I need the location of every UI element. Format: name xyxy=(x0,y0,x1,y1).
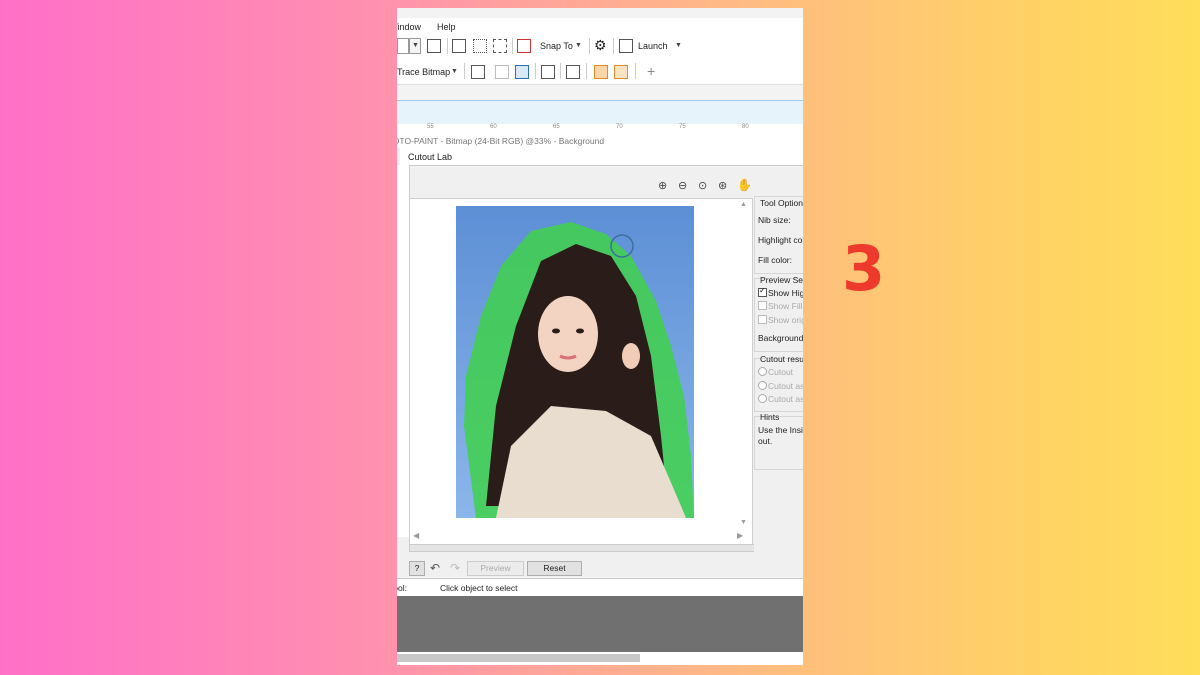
background-label: Background xyxy=(758,333,803,343)
status-message: Click object to select xyxy=(440,583,518,593)
document-title: PHOTO-PAINT - Bitmap (24-Bit RGB) @33% -… xyxy=(397,136,605,146)
scrollbar-thumb[interactable] xyxy=(397,654,640,662)
resample-icon[interactable] xyxy=(495,65,509,79)
standard-toolbar: ▼ Snap To ▼ ⚙ Launch ▼ xyxy=(397,34,803,59)
property-bar: Trace Bitmap ▼ + xyxy=(397,58,803,85)
ruler-tick: 65 xyxy=(553,124,560,130)
chevron-left-icon[interactable]: ◀ xyxy=(413,531,419,540)
cutout-clip-radio[interactable] xyxy=(758,394,767,403)
zoom-combo[interactable] xyxy=(397,38,409,54)
guides-icon[interactable] xyxy=(493,39,507,53)
cutout-option-label: Cutout xyxy=(768,367,794,377)
tool-options-heading: Tool Options xyxy=(760,198,803,208)
show-highlight-label: Show Highlight xyxy=(768,288,803,298)
undo-icon[interactable]: ↶ xyxy=(430,561,440,575)
chevron-up-icon[interactable]: ▲ xyxy=(740,201,747,208)
chevron-down-icon[interactable]: ▼ xyxy=(451,68,458,75)
document-title-bar: PHOTO-PAINT - Bitmap (24-Bit RGB) @33% -… xyxy=(397,132,803,148)
dialog-title-bar: Cutout Lab xyxy=(400,148,803,166)
menu-help[interactable]: Help xyxy=(437,22,456,32)
ruler-tick: 75 xyxy=(679,124,686,130)
show-original-label: Show original xyxy=(768,315,803,325)
dialog-scroll-track[interactable] xyxy=(409,544,803,552)
zoom-out-icon[interactable]: ⊖ xyxy=(678,179,687,192)
eye-right xyxy=(576,328,584,334)
cutout-clip-label: Cutout as clip mask xyxy=(768,394,803,404)
chevron-right-icon[interactable]: ▶ xyxy=(737,531,743,540)
fill-color-label: Fill color: xyxy=(758,255,793,265)
nib-size-label: Nib size: xyxy=(758,215,791,225)
face xyxy=(538,296,598,372)
cutout-mask-label: Cutout as mask xyxy=(768,381,803,391)
lines-icon[interactable] xyxy=(566,65,580,79)
reset-button[interactable]: Reset xyxy=(527,561,582,576)
chevron-down-icon: ▼ xyxy=(412,42,419,49)
trace-bitmap-button[interactable]: Trace Bitmap xyxy=(397,67,450,77)
snap-icon[interactable] xyxy=(517,39,531,53)
ruler-tick: 80 xyxy=(742,124,749,130)
highlight-color-label: Highlight color: xyxy=(758,235,803,245)
show-fill-label: Show Fill xyxy=(768,301,803,311)
crop-icon[interactable] xyxy=(471,65,485,79)
workspace-area xyxy=(397,596,803,652)
preview-button[interactable]: Preview xyxy=(467,561,524,576)
chevron-down-icon[interactable]: ▼ xyxy=(675,42,682,49)
dialog-title: Cutout Lab xyxy=(408,152,453,162)
document-tabs-band xyxy=(397,100,803,126)
grid-icon[interactable] xyxy=(473,39,487,53)
launch-icon[interactable] xyxy=(619,39,633,53)
add-icon[interactable]: + xyxy=(647,63,655,79)
horizontal-scrollbar[interactable]: ◀ ▶ xyxy=(409,530,751,542)
preview-settings-heading: Preview Settings xyxy=(760,275,803,285)
cutout-mask-radio[interactable] xyxy=(758,381,767,390)
snap-to-button[interactable]: Snap To xyxy=(540,41,573,51)
status-bar: Tool: Click object to select xyxy=(397,578,803,597)
layers-icon[interactable] xyxy=(594,65,608,79)
check-icon: ✓ xyxy=(759,286,766,295)
preview-canvas[interactable] xyxy=(409,198,753,546)
hints-text-continued: out. xyxy=(758,436,773,446)
zoom-fit-icon[interactable]: ⊙ xyxy=(698,179,707,192)
zoom-actual-icon[interactable]: ⊛ xyxy=(718,179,727,192)
launch-button[interactable]: Launch xyxy=(638,41,668,51)
ruler-tick: 60 xyxy=(490,124,497,130)
tool-options-panel: Tool Options Nib size: Highlight color: … xyxy=(754,184,803,556)
photo-preview xyxy=(456,206,694,518)
hints-heading: Hints xyxy=(760,412,780,422)
cutout-lab-dialog: Cutout Lab ⊕ ⊖ ⊙ ⊛ ✋ ▲ ▼ ◀ ▶ Tool Option… xyxy=(397,148,803,578)
cutout-radio[interactable] xyxy=(758,367,767,376)
bitmap-icon[interactable] xyxy=(515,65,529,79)
status-tool-label: Tool: xyxy=(397,583,407,593)
import-icon[interactable] xyxy=(452,39,466,53)
cutout-results-heading: Cutout results xyxy=(760,354,803,364)
eye-left xyxy=(552,328,560,334)
menu-window[interactable]: Window xyxy=(397,22,421,32)
hand xyxy=(622,343,640,369)
object-icon[interactable] xyxy=(614,65,628,79)
show-fill-checkbox[interactable] xyxy=(758,301,767,310)
menu-bar: Window Help xyxy=(397,18,803,34)
pan-hand-icon[interactable]: ✋ xyxy=(737,178,752,192)
chevron-down-icon[interactable]: ▼ xyxy=(575,42,582,49)
gear-icon[interactable]: ⚙ xyxy=(594,37,607,54)
chevron-down-icon[interactable]: ▼ xyxy=(740,519,747,526)
zoom-dropdown[interactable]: ▼ xyxy=(409,38,421,54)
full-screen-icon[interactable] xyxy=(427,39,441,53)
bottom-scrollbar[interactable] xyxy=(397,652,803,665)
redo-icon[interactable]: ↷ xyxy=(450,561,460,575)
show-original-checkbox[interactable] xyxy=(758,315,767,324)
step-number: 3 xyxy=(842,232,886,305)
vertical-scrollbar[interactable]: ▲ ▼ xyxy=(738,199,750,531)
zoom-in-icon[interactable]: ⊕ xyxy=(658,179,667,192)
ruler-tick: 70 xyxy=(616,124,623,130)
frame-icon[interactable] xyxy=(541,65,555,79)
show-highlight-checkbox[interactable]: ✓ xyxy=(758,286,767,297)
help-button[interactable]: ? xyxy=(409,561,425,576)
app-window: Window Help ▼ Snap To ▼ ⚙ Launch ▼ Trace… xyxy=(397,8,803,665)
hints-text: Use the Inside Highlight tool xyxy=(758,425,803,435)
ruler-tick: 55 xyxy=(427,124,434,130)
